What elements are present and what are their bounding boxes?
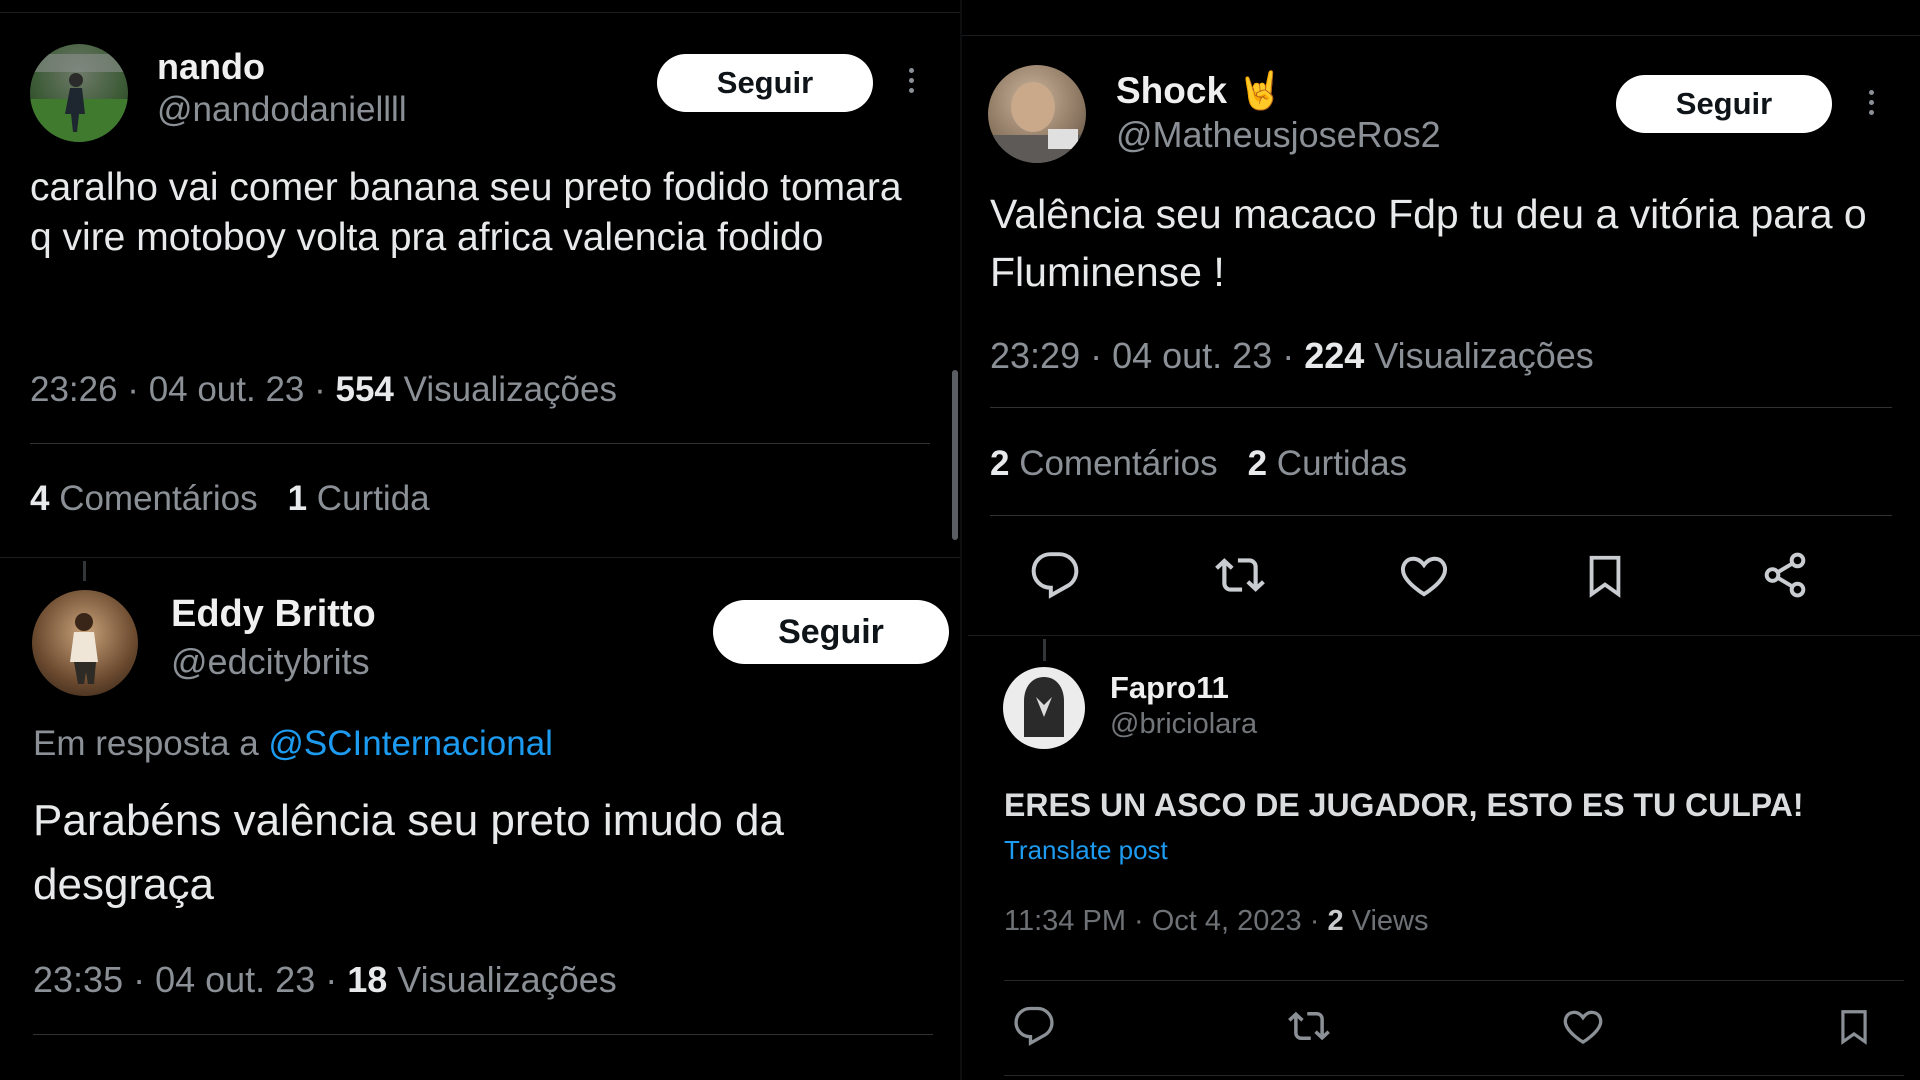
post-time[interactable]: 23:35 · 04 out. 23 · [33,959,347,1000]
top-divider [962,35,1920,36]
like-icon[interactable] [1562,1005,1604,1047]
user-handle[interactable]: @briciolara [1110,708,1257,741]
post-panel-fapro11: Fapro11 @briciolara ERES UN ASCO DE JUGA… [968,635,1920,1080]
views-label: Views [1343,905,1429,937]
follow-button[interactable]: Seguir [657,54,873,112]
post-meta: 11:34 PM · Oct 4, 2023 · 2 Views [1004,905,1428,938]
post-meta: 23:26 · 04 out. 23 · 554 Visualizações [30,370,617,410]
rock-hand-emoji: 🤘 [1237,70,1284,111]
user-handle[interactable]: @edcitybrits [171,641,370,683]
likes-count: 1 [287,479,308,518]
thread-connector [1043,639,1046,661]
divider [1004,1075,1904,1076]
post-time[interactable]: 23:26 · 04 out. 23 · [30,370,335,409]
display-name[interactable]: Eddy Britto [171,593,376,636]
comments-stat[interactable]: 4 Comentários [30,479,258,518]
follow-button[interactable]: Seguir [713,600,949,664]
user-handle[interactable]: @nandodaniellll [157,90,407,130]
thread-connector [83,561,86,581]
likes-stat[interactable]: 1 Curtida [288,479,430,518]
share-icon[interactable] [1760,550,1810,600]
post-panel-eddy-britto: Eddy Britto @edcitybrits Seguir Em respo… [0,557,960,1080]
user-handle[interactable]: @MatheusjoseRos2 [1116,114,1441,156]
top-divider [0,557,960,558]
comments-label: Comentários [1009,444,1218,483]
views-count: 224 [1304,335,1365,376]
panel-separator [960,0,962,1080]
avatar-photo [70,613,98,684]
likes-stat[interactable]: 2 Curtidas [1248,444,1408,483]
reply-context: Em resposta a @SCInternacional [33,724,553,764]
post-stats: 2 Comentários 2 Curtidas [990,444,1407,484]
reply-prefix: Em resposta a [33,724,269,763]
bookmark-icon[interactable] [1582,550,1628,600]
divider [990,515,1892,516]
avatar[interactable] [988,65,1086,163]
bookmark-icon[interactable] [1835,1005,1873,1047]
views-label: Visualizações [1364,335,1594,376]
post-text: caralho vai comer banana seu preto fodid… [30,166,902,259]
post-text: Parabéns valência seu preto imudo da des… [33,796,784,909]
views-count: 554 [335,370,394,409]
translate-post-link[interactable]: Translate post [1004,835,1168,866]
divider [1004,980,1904,981]
display-name[interactable]: nando [157,46,265,88]
display-name[interactable]: Fapro11 [1110,670,1229,706]
like-icon[interactable] [1399,550,1449,600]
avatar-photo [1024,677,1064,737]
post-time[interactable]: 11:34 PM · Oct 4, 2023 · [1004,905,1327,937]
views-label: Visualizações [387,959,617,1000]
more-options-icon[interactable] [907,68,915,93]
post-stats: 4 Comentários 1 Curtida [30,479,430,519]
reply-mention-link[interactable]: @SCInternacional [268,724,553,763]
divider [30,443,930,444]
retweet-icon[interactable] [1213,550,1267,600]
comments-label: Comentários [49,479,258,518]
reply-icon[interactable] [1030,550,1080,600]
views-count: 2 [1327,905,1344,937]
reply-icon[interactable] [1013,1005,1055,1047]
views-count: 18 [347,959,388,1000]
action-bar [1030,550,1810,600]
post-text: ERES UN ASCO DE JUGADOR, ESTO ES TU CULP… [1004,787,1804,823]
avatar[interactable] [30,44,128,142]
more-options-icon[interactable] [1867,90,1875,115]
post-panel-nando: nando @nandodaniellll Seguir caralho vai… [0,0,961,555]
comments-count: 4 [30,479,50,518]
display-name[interactable]: Shock 🤘 [1116,70,1283,113]
divider [33,1034,933,1035]
divider [990,407,1892,408]
likes-label: Curtida [307,479,430,518]
views-label: Visualizações [393,370,617,409]
post-time[interactable]: 23:29 · 04 out. 23 · [990,335,1304,376]
retweet-icon[interactable] [1286,1005,1332,1047]
action-bar [1013,1005,1873,1047]
avatar-photo [30,54,128,142]
avatar[interactable] [32,590,138,696]
likes-label: Curtidas [1267,444,1408,483]
likes-count: 2 [1247,444,1268,483]
display-name-text: Shock [1116,70,1228,111]
post-meta: 23:29 · 04 out. 23 · 224 Visualizações [990,335,1594,377]
avatar-photo [988,82,1086,163]
comments-count: 2 [990,444,1010,483]
follow-button[interactable]: Seguir [1616,75,1832,133]
scrollbar-thumb[interactable] [952,370,958,540]
avatar[interactable] [1003,667,1085,749]
top-divider [0,12,960,13]
post-text: Valência seu macaco Fdp tu deu a vitória… [990,191,1867,296]
post-panel-shock: Shock 🤘 @MatheusjoseRos2 Seguir Valência… [962,0,1920,633]
top-divider [968,635,1920,636]
comments-stat[interactable]: 2 Comentários [990,444,1218,483]
post-meta: 23:35 · 04 out. 23 · 18 Visualizações [33,959,617,1001]
